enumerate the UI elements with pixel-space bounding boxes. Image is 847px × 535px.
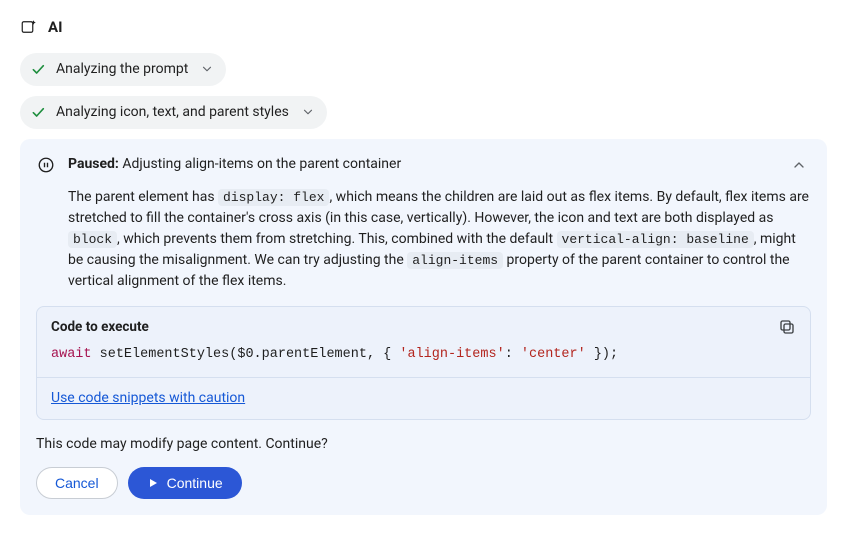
ai-sparkle-icon (20, 18, 38, 36)
code-block: await setElementStyles($0.parentElement,… (37, 343, 810, 377)
pause-icon (36, 155, 56, 175)
check-icon (30, 104, 46, 120)
step-chip-analyzing-styles[interactable]: Analyzing icon, text, and parent styles (20, 96, 327, 129)
chevron-down-icon (301, 105, 315, 119)
confirm-text: This code may modify page content. Conti… (36, 434, 811, 455)
collapse-button[interactable] (787, 153, 811, 177)
step-label: Analyzing icon, text, and parent styles (56, 102, 289, 123)
caution-link[interactable]: Use code snippets with caution (51, 390, 245, 406)
paused-title: Adjusting align-items on the parent cont… (122, 156, 401, 172)
step-label: Analyzing the prompt (56, 59, 188, 80)
step-chip-analyzing-prompt[interactable]: Analyzing the prompt (20, 53, 226, 86)
code-inline: align-items (407, 252, 503, 269)
paused-badge-text: Paused: (68, 156, 119, 172)
paused-explanation: The parent element has display: flex, wh… (68, 187, 811, 292)
copy-button[interactable] (778, 318, 796, 336)
continue-button[interactable]: Continue (128, 467, 242, 499)
code-inline: display: flex (218, 189, 329, 206)
code-inline: vertical-align: baseline (557, 231, 754, 248)
check-icon (30, 61, 46, 77)
continue-label: Continue (167, 475, 223, 491)
panel-title: AI (48, 16, 62, 39)
code-card-title: Code to execute (51, 317, 149, 337)
cancel-button[interactable]: Cancel (36, 467, 118, 499)
code-card: Code to execute await setElementStyles($… (36, 306, 811, 421)
code-inline: block (68, 231, 117, 248)
play-icon (147, 477, 159, 489)
paused-section: Paused: Adjusting align-items on the par… (20, 139, 827, 516)
chevron-down-icon (200, 62, 214, 76)
